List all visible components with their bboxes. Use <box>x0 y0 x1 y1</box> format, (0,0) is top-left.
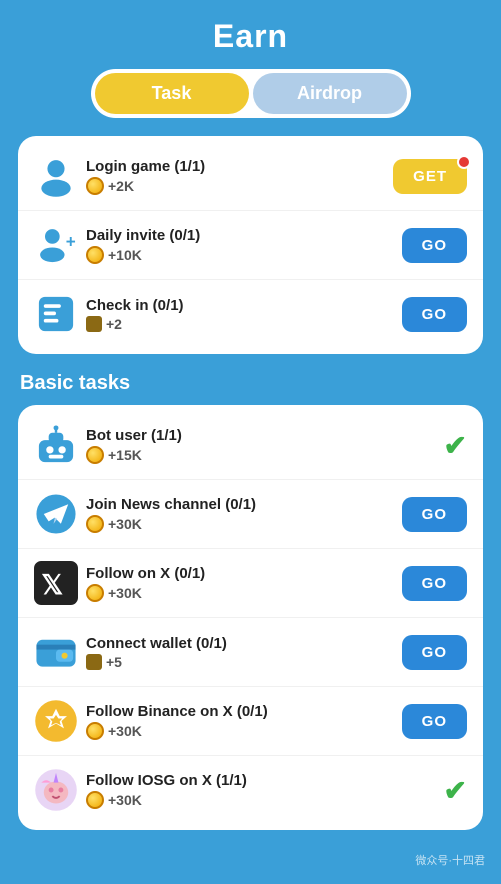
icon-person-plus: + <box>34 223 78 267</box>
task-row-follow-iosg: Follow IOSG on X (1/1) +30K ✔ <box>18 756 483 824</box>
task-name-follow-x: Follow on X (0/1) <box>86 565 402 582</box>
task-info-bot-user: Bot user (1/1) +15K <box>86 427 444 464</box>
task-reward-daily-invite: +10K <box>86 246 402 264</box>
task-reward-follow-x: +30K <box>86 584 402 602</box>
tab-bar: Task Airdrop <box>91 69 411 118</box>
task-row-bot-user: Bot user (1/1) +15K ✔ <box>18 411 483 480</box>
coin-icon <box>86 584 104 602</box>
coin-icon <box>86 246 104 264</box>
task-row-check-in: Check in (0/1) +2 GO <box>18 280 483 348</box>
go-button-daily-invite[interactable]: GO <box>402 228 467 263</box>
icon-x: 𝕏 <box>34 561 78 605</box>
task-name-follow-binance: Follow Binance on X (0/1) <box>86 703 402 720</box>
task-name-check-in: Check in (0/1) <box>86 297 402 314</box>
task-reward-bot-user: +15K <box>86 446 444 464</box>
coin-icon <box>86 177 104 195</box>
get-button-login[interactable]: GET <box>393 159 467 194</box>
check-icon-bot-user: ✔ <box>444 429 467 462</box>
task-row-login: Login game (1/1) +2K GET <box>18 142 483 211</box>
coin-icon <box>86 515 104 533</box>
task-name-login: Login game (1/1) <box>86 158 393 175</box>
page-title: Earn <box>0 0 501 69</box>
svg-text:+: + <box>66 232 76 251</box>
task-info-check-in: Check in (0/1) +2 <box>86 297 402 332</box>
task-row-follow-x: 𝕏 Follow on X (0/1) +30K GO <box>18 549 483 618</box>
task-row-follow-binance: Follow Binance on X (0/1) +30K GO <box>18 687 483 756</box>
task-info-login: Login game (1/1) +2K <box>86 158 393 195</box>
icon-binance <box>34 699 78 743</box>
go-button-news-channel[interactable]: GO <box>402 497 467 532</box>
task-info-follow-x: Follow on X (0/1) +30K <box>86 565 402 602</box>
task-reward-connect-wallet: +5 <box>86 654 402 670</box>
task-name-bot-user: Bot user (1/1) <box>86 427 444 444</box>
icon-wallet <box>34 630 78 674</box>
task-info-news-channel: Join News channel (0/1) +30K <box>86 496 402 533</box>
coin-icon <box>86 722 104 740</box>
task-info-daily-invite: Daily invite (0/1) +10K <box>86 227 402 264</box>
task-reward-news-channel: +30K <box>86 515 402 533</box>
icon-telegram <box>34 492 78 536</box>
watermark: 微众号·十四君 <box>0 848 501 880</box>
go-button-follow-binance[interactable]: GO <box>402 704 467 739</box>
icon-bot <box>34 423 78 467</box>
go-button-check-in[interactable]: GO <box>402 297 467 332</box>
task-reward-check-in: +2 <box>86 316 402 332</box>
coin-icon <box>86 446 104 464</box>
basic-tasks-card: Bot user (1/1) +15K ✔ Join News channel … <box>18 405 483 830</box>
tab-task[interactable]: Task <box>95 73 249 114</box>
coin-icon <box>86 791 104 809</box>
go-button-connect-wallet[interactable]: GO <box>402 635 467 670</box>
basic-tasks-title: Basic tasks <box>20 372 481 395</box>
task-info-follow-binance: Follow Binance on X (0/1) +30K <box>86 703 402 740</box>
icon-iosg <box>34 768 78 812</box>
check-icon-follow-iosg: ✔ <box>444 774 467 807</box>
task-name-follow-iosg: Follow IOSG on X (1/1) <box>86 772 444 789</box>
svg-text:𝕏: 𝕏 <box>41 570 63 600</box>
task-info-follow-iosg: Follow IOSG on X (1/1) +30K <box>86 772 444 809</box>
task-row-connect-wallet: Connect wallet (0/1) +5 GO <box>18 618 483 687</box>
task-reward-login: +2K <box>86 177 393 195</box>
icon-person <box>34 154 78 198</box>
daily-tasks-card: Login game (1/1) +2K GET + Daily invite … <box>18 136 483 354</box>
task-reward-follow-iosg: +30K <box>86 791 444 809</box>
task-row-daily-invite: + Daily invite (0/1) +10K GO <box>18 211 483 280</box>
task-name-daily-invite: Daily invite (0/1) <box>86 227 402 244</box>
go-button-follow-x[interactable]: GO <box>402 566 467 601</box>
icon-checklist <box>34 292 78 336</box>
task-reward-follow-binance: +30K <box>86 722 402 740</box>
tab-airdrop[interactable]: Airdrop <box>253 73 407 114</box>
task-row-news-channel: Join News channel (0/1) +30K GO <box>18 480 483 549</box>
task-name-connect-wallet: Connect wallet (0/1) <box>86 635 402 652</box>
task-info-connect-wallet: Connect wallet (0/1) +5 <box>86 635 402 670</box>
task-name-news-channel: Join News channel (0/1) <box>86 496 402 513</box>
briefcase-icon <box>86 654 102 670</box>
briefcase-icon <box>86 316 102 332</box>
